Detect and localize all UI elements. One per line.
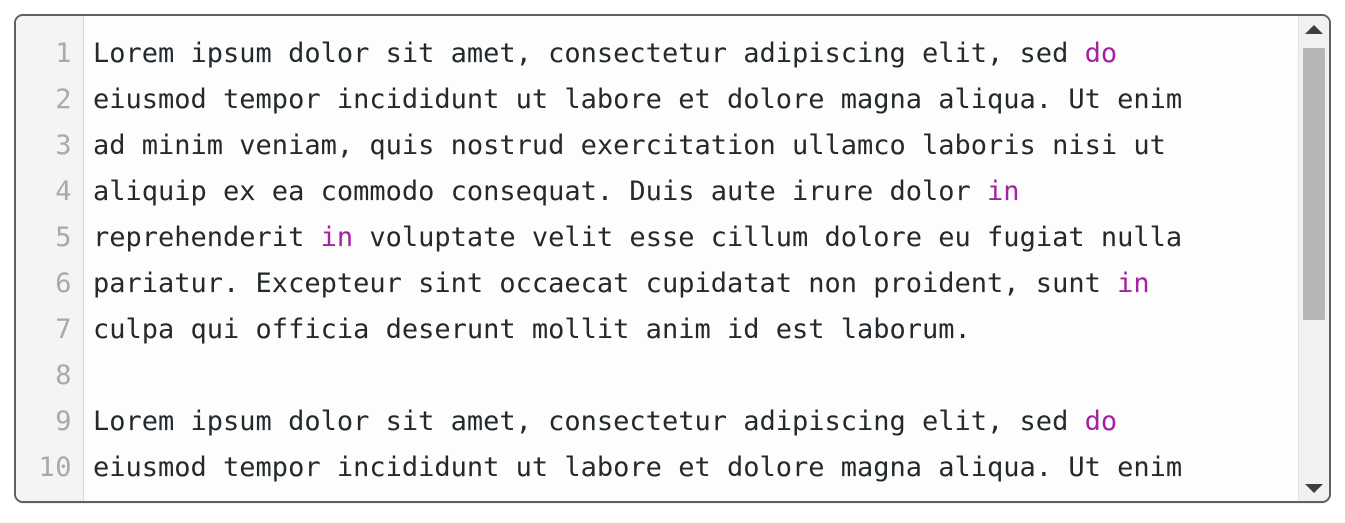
code-text: reprehenderit: [93, 222, 321, 253]
line-number: 3: [55, 130, 72, 161]
triangle-down-icon: [1305, 483, 1323, 493]
code-line[interactable]: [93, 353, 1298, 399]
code-line[interactable]: eiusmod tempor incididunt ut labore et d…: [93, 445, 1298, 491]
scrollbar-thumb[interactable]: [1303, 48, 1325, 320]
code-editor[interactable]: 1 2 3 4 5 6 7 8 9 10 Lorem ipsum dolor sit amet, …: [14, 14, 1331, 503]
code-text: voluptate velit esse cillum dolore eu fu…: [353, 222, 1183, 253]
line-number: 9: [55, 406, 72, 437]
code-text: pariatur. Excepteur sint occaecat cupida…: [93, 268, 1118, 299]
code-line[interactable]: pariatur. Excepteur sint occaecat cupida…: [93, 261, 1298, 307]
line-number: 4: [55, 176, 72, 207]
line-number-gutter: 1 2 3 4 5 6 7 8 9 10: [16, 16, 84, 501]
code-line[interactable]: culpa qui officia deserunt mollit anim i…: [93, 307, 1298, 353]
code-line[interactable]: aliquip ex ea commodo consequat. Duis au…: [93, 169, 1298, 215]
code-text: Lorem ipsum dolor sit amet, consectetur …: [93, 38, 1085, 69]
line-number: 6: [55, 268, 72, 299]
code-text: aliquip ex ea commodo consequat. Duis au…: [93, 176, 988, 207]
line-number: 2: [55, 84, 72, 115]
line-number: 7: [55, 314, 72, 345]
code-keyword: in: [987, 176, 1020, 207]
code-keyword: in: [320, 222, 354, 253]
line-number: 10: [38, 452, 72, 483]
code-text: eiusmod tempor incididunt ut labore et d…: [93, 452, 1183, 483]
code-text: ad minim veniam, quis nostrud exercitati…: [93, 130, 1166, 161]
vertical-scrollbar[interactable]: [1298, 16, 1329, 501]
code-text: eiusmod tempor incididunt ut labore et d…: [93, 84, 1183, 115]
code-keyword: do: [1084, 38, 1118, 69]
triangle-up-icon: [1305, 24, 1323, 34]
code-text-area[interactable]: Lorem ipsum dolor sit amet, consectetur …: [84, 16, 1298, 501]
code-keyword: in: [1117, 268, 1150, 299]
line-number: 1: [55, 38, 72, 69]
code-line[interactable]: Lorem ipsum dolor sit amet, consectetur …: [93, 31, 1298, 77]
code-line[interactable]: ad minim veniam, quis nostrud exercitati…: [93, 123, 1298, 169]
line-number: 8: [55, 360, 72, 391]
scroll-down-button[interactable]: [1299, 475, 1329, 501]
code-line[interactable]: Lorem ipsum dolor sit amet, consectetur …: [93, 399, 1298, 445]
line-number: 5: [55, 222, 72, 253]
code-keyword: do: [1084, 406, 1118, 437]
code-line[interactable]: eiusmod tempor incididunt ut labore et d…: [93, 77, 1298, 123]
code-text: Lorem ipsum dolor sit amet, consectetur …: [93, 406, 1085, 437]
code-text: culpa qui officia deserunt mollit anim i…: [93, 314, 971, 345]
code-line[interactable]: reprehenderit in voluptate velit esse ci…: [93, 215, 1298, 261]
scroll-up-button[interactable]: [1299, 16, 1329, 42]
